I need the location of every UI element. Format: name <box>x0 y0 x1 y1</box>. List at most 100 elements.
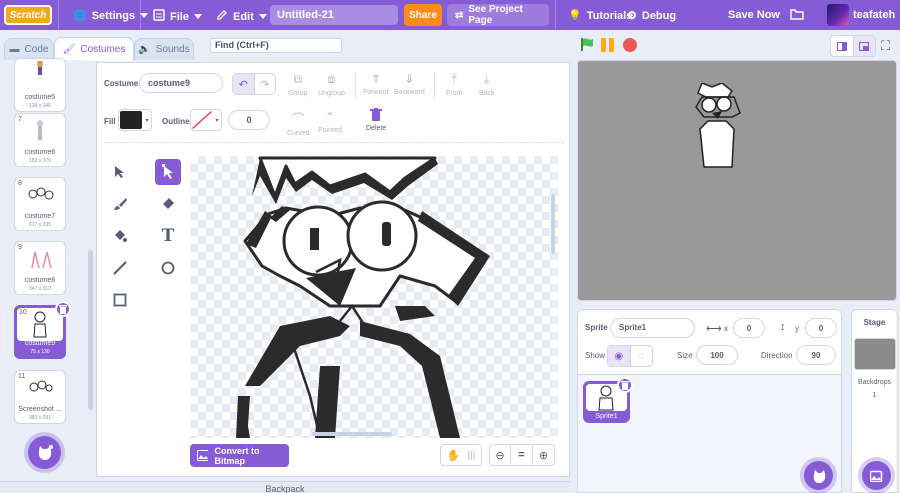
circle-tool[interactable] <box>155 255 181 281</box>
debug-button[interactable]: ⚙ Debug <box>627 9 676 23</box>
username-label[interactable]: teafateh <box>853 9 895 21</box>
add-backdrop-button[interactable] <box>862 461 891 490</box>
pause-icon[interactable] <box>601 38 615 52</box>
select-tool[interactable] <box>107 159 133 185</box>
zoom-reset-button[interactable]: = <box>510 444 533 466</box>
line-tool[interactable] <box>107 255 133 281</box>
pencil-icon <box>216 9 228 24</box>
curved-button[interactable]: ⌒ Curved <box>287 110 310 137</box>
costume-thumbnail <box>31 251 52 269</box>
forward-button[interactable]: ⇑ Forward <box>363 72 389 96</box>
text-tool[interactable]: T <box>155 223 181 249</box>
text-icon: T <box>161 226 175 246</box>
sprite-name-input[interactable]: Sprite1 <box>610 318 695 338</box>
pointed-button[interactable]: ⌃ Pointed <box>318 110 342 134</box>
fill-tool[interactable] <box>107 223 133 249</box>
ungroup-button[interactable]: ⧈ Ungroup <box>318 72 345 97</box>
tab-sounds[interactable]: 🔈 Sounds <box>134 38 194 60</box>
canvas-vscrollbar[interactable] <box>551 194 555 254</box>
back-button[interactable]: ⤓ Back <box>479 72 495 97</box>
normal-stage-icon <box>859 41 870 51</box>
backward-button[interactable]: ⇓ Backward <box>394 72 425 96</box>
delete-costume-button[interactable] <box>55 301 71 317</box>
see-project-page-button[interactable]: ⇄ See Project Page <box>447 4 549 26</box>
undo-redo-group: ↶ ↷ <box>232 73 276 95</box>
tab-costumes-label: Costumes <box>80 44 126 55</box>
tutorials-label: Tutorials <box>586 9 633 22</box>
costume-list-scrollbar[interactable] <box>88 250 93 410</box>
fill-color-picker[interactable]: ▾ <box>118 109 152 131</box>
paint-canvas[interactable] <box>190 156 558 438</box>
green-flag-icon[interactable] <box>580 37 595 55</box>
outline-color-picker[interactable]: ▾ <box>190 109 222 131</box>
horizontal-arrows-icon: ⟷ <box>706 323 722 335</box>
costume-number: 9 <box>18 244 22 251</box>
x-input[interactable]: 0 <box>733 318 765 338</box>
direction-input[interactable]: 90 <box>796 345 836 365</box>
convert-label: Convert to Bitmap <box>214 445 260 466</box>
costume-drawing <box>236 156 490 438</box>
costume-name: costume9 <box>24 340 56 347</box>
stop-icon[interactable] <box>623 38 637 52</box>
tutorials-button[interactable]: 💡 Tutorials <box>568 9 633 23</box>
undo-button[interactable]: ↶ <box>233 74 255 94</box>
image-add-icon <box>869 470 882 482</box>
costume-item[interactable]: 9 costume8 347 x 312 <box>14 241 66 295</box>
group-button[interactable]: ⧉ Group <box>288 72 307 97</box>
costume-item[interactable]: 11 Screenshot ... 383 x 291 <box>14 370 66 424</box>
edit-menu[interactable]: Edit <box>216 9 267 24</box>
curved-icon: ⌒ <box>292 112 305 126</box>
chevron-down-icon: ▾ <box>145 117 149 124</box>
redo-button[interactable]: ↷ <box>255 74 276 94</box>
stage-canvas[interactable] <box>577 60 897 301</box>
stage-thumbnail[interactable] <box>854 338 896 370</box>
brush-tool[interactable] <box>107 191 133 217</box>
show-visible-button[interactable]: ◉ <box>608 346 631 366</box>
small-stage-button[interactable] <box>831 36 854 56</box>
file-menu[interactable]: File <box>153 9 202 24</box>
costume-item[interactable]: 7 costume6 152 x 376 <box>14 113 66 167</box>
zoom-in-icon: ⊕ <box>538 449 549 462</box>
backdrops-count: 1 <box>872 392 877 399</box>
front-button[interactable]: ⤒ Front <box>446 72 462 97</box>
rectangle-tool[interactable] <box>107 287 133 313</box>
find-input[interactable]: Find (Ctrl+F) <box>210 38 342 53</box>
delete-button[interactable]: Delete <box>366 108 386 132</box>
avatar[interactable] <box>827 4 849 26</box>
costume-item[interactable]: costume5 118 x 345 <box>14 58 66 112</box>
folder-icon[interactable] <box>790 8 804 23</box>
normal-stage-button[interactable] <box>853 36 875 56</box>
hand-icon[interactable]: ✋ <box>447 449 461 462</box>
brush-icon <box>114 198 127 210</box>
reshape-tool[interactable] <box>155 159 181 185</box>
zoom-out-button[interactable]: ⊖ <box>489 444 511 466</box>
outline-width-input[interactable]: 0 <box>228 110 270 130</box>
costume-name-input[interactable]: costume9 <box>139 73 223 93</box>
settings-menu[interactable]: 🌐 Settings <box>73 9 149 22</box>
costume-size: 617 x 335 <box>29 222 51 228</box>
add-sprite-button[interactable] <box>804 461 833 490</box>
y-input[interactable]: 0 <box>805 318 837 338</box>
size-input[interactable]: 100 <box>696 345 738 365</box>
project-title-input[interactable]: Untitled-21 <box>270 5 398 25</box>
convert-to-bitmap-button[interactable]: Convert to Bitmap <box>190 444 289 467</box>
scratch-logo[interactable]: Scratch <box>4 5 52 25</box>
share-button[interactable]: Share <box>404 4 442 26</box>
grip-icon[interactable]: ||| <box>467 450 475 461</box>
tab-costumes[interactable]: 🖌 Costumes <box>54 37 134 61</box>
tab-code[interactable]: ▬ Code <box>4 38 54 60</box>
zoom-in-button[interactable]: ⊕ <box>532 444 555 466</box>
save-now-button[interactable]: Save Now <box>728 9 780 21</box>
canvas-hscrollbar[interactable] <box>312 432 392 436</box>
backpack-bar[interactable]: Backpack <box>0 481 570 493</box>
add-costume-button[interactable] <box>28 436 61 469</box>
file-icon <box>153 9 165 24</box>
delete-label: Delete <box>366 125 387 132</box>
delete-sprite-button[interactable] <box>617 377 633 393</box>
eraser-tool[interactable] <box>155 191 181 217</box>
fullscreen-icon[interactable]: ⛶ <box>881 38 890 54</box>
costume-size: 118 x 345 <box>29 103 51 109</box>
zoom-out-icon: ⊖ <box>495 449 505 462</box>
costume-item[interactable]: 8 costume7 617 x 335 <box>14 177 66 231</box>
show-hidden-button[interactable]: ◌ <box>631 346 653 366</box>
